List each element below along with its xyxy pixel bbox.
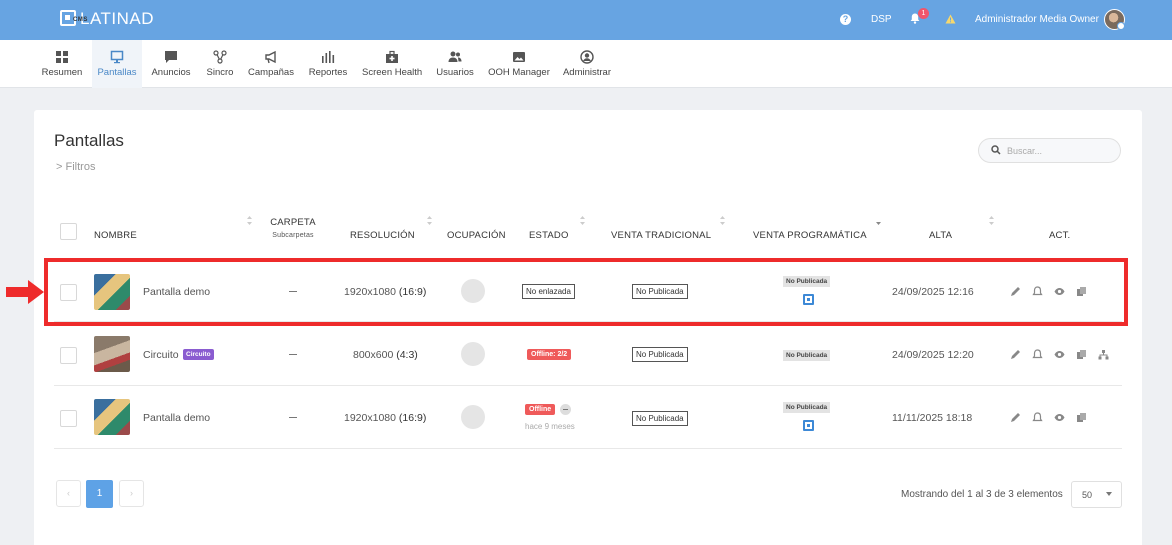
sort-desc-icon[interactable] — [876, 216, 881, 225]
nav-anuncios[interactable]: Anuncios — [150, 40, 192, 88]
folder-empty — [289, 354, 297, 355]
nav-pantallas[interactable]: Pantallas — [92, 40, 142, 88]
pagination-prev[interactable]: ‹ — [56, 480, 81, 507]
online-status-icon — [1117, 22, 1125, 30]
sort-icon[interactable] — [427, 216, 432, 225]
row-checkbox[interactable] — [60, 410, 77, 427]
nav-campanas[interactable]: Campañas — [248, 40, 294, 88]
select-all-checkbox[interactable] — [60, 223, 77, 240]
filters-label: Filtros — [65, 161, 96, 173]
status-info-icon[interactable] — [560, 404, 571, 415]
sort-icon[interactable] — [247, 216, 252, 225]
search-input[interactable] — [1007, 143, 1107, 158]
column-header-alta[interactable]: ALTA — [929, 230, 952, 241]
nav-usuarios[interactable]: Usuarios — [436, 40, 474, 88]
column-header-resolucion[interactable]: RESOLUCIÓN — [350, 230, 415, 241]
nav-reportes[interactable]: Reportes — [308, 40, 348, 88]
bell-outline-icon[interactable] — [1032, 349, 1043, 360]
user-name[interactable]: Administrador Media Owner — [975, 14, 1099, 25]
user-circle-icon — [580, 50, 594, 64]
occupancy-indicator — [461, 342, 485, 366]
eye-icon[interactable] — [1054, 412, 1065, 423]
screen-name[interactable]: Circuito — [143, 349, 179, 361]
top-bar: LATINAD CMS ? DSP 1 Administrador Media … — [0, 0, 1172, 40]
traditional-sale-badge[interactable]: No Publicada — [632, 347, 688, 362]
bell-outline-icon[interactable] — [1032, 412, 1043, 423]
dsp-link[interactable]: DSP — [871, 14, 892, 25]
search-icon — [991, 145, 1001, 155]
row-divider — [54, 385, 1122, 386]
grid-icon — [56, 51, 68, 63]
programmatic-sale-badge[interactable]: No Publicada — [783, 402, 831, 413]
search-box[interactable] — [978, 138, 1121, 163]
resolution: 800x600 (4:3) — [353, 349, 418, 361]
users-icon — [448, 51, 462, 62]
screen-name[interactable]: Pantalla demo — [143, 412, 210, 424]
column-header-venta-tradicional[interactable]: VENTA TRADICIONAL — [611, 230, 711, 241]
filters-toggle[interactable]: > Filtros — [56, 161, 95, 173]
column-header-act: ACT. — [1049, 230, 1071, 241]
screen-thumbnail[interactable] — [94, 399, 130, 435]
status-badge: Offline: 2/2 — [527, 349, 572, 360]
arrow-right-icon — [6, 280, 44, 304]
warning-icon[interactable] — [945, 14, 956, 24]
brand-name: LATINAD — [80, 9, 155, 28]
nav-administrar[interactable]: Administrar — [562, 40, 612, 88]
row-checkbox[interactable] — [60, 347, 77, 364]
copy-icon[interactable] — [1076, 412, 1087, 423]
copy-icon[interactable] — [1076, 349, 1087, 360]
column-header-estado[interactable]: ESTADO — [529, 230, 569, 241]
latinad-dsp-icon — [803, 420, 814, 431]
programmatic-sale-badge[interactable]: No Publicada — [783, 350, 831, 361]
edit-icon[interactable] — [1010, 349, 1021, 360]
traditional-sale-badge[interactable]: No Publicada — [632, 411, 688, 426]
resolution: 1920x1080 (16:9) — [344, 412, 427, 424]
chevron-down-icon — [1106, 492, 1112, 496]
eye-icon[interactable] — [1054, 349, 1065, 360]
sort-icon[interactable] — [580, 216, 585, 225]
medkit-icon — [386, 50, 398, 63]
created-date: 11/11/2025 18:18 — [892, 412, 973, 424]
chevron-right-icon: > — [56, 161, 63, 173]
page-size-select[interactable]: 50 — [1071, 481, 1122, 508]
brand-sub: CMS — [73, 17, 88, 23]
column-header-venta-programatica[interactable]: VENTA PROGRAMÁTICA — [753, 230, 867, 241]
notification-badge: 1 — [918, 8, 929, 19]
sort-icon[interactable] — [720, 216, 725, 225]
share-nodes-icon — [213, 50, 227, 64]
nav-screen-health[interactable]: Screen Health — [362, 40, 422, 88]
nav-ooh-manager[interactable]: OOH Manager — [488, 40, 550, 88]
status-badge: Offline — [525, 404, 556, 415]
pagination-summary: Mostrando del 1 al 3 de 3 elementos — [901, 489, 1063, 500]
nav-sincro[interactable]: Sincro — [204, 40, 236, 88]
sitemap-icon[interactable] — [1098, 349, 1109, 360]
screens-card: Pantallas > Filtros NOMBRE CARPETA Subca… — [34, 110, 1142, 545]
occupancy-indicator — [461, 405, 485, 429]
page-title: Pantallas — [54, 131, 124, 150]
column-header-ocupacion[interactable]: OCUPACIÓN — [447, 230, 506, 241]
sort-icon[interactable] — [989, 216, 994, 225]
edit-icon[interactable] — [1010, 412, 1021, 423]
column-header-carpeta[interactable]: CARPETA Subcarpetas — [270, 217, 316, 239]
chat-icon — [165, 51, 177, 63]
created-date: 24/09/2025 12:20 — [892, 349, 974, 361]
bar-chart-icon — [322, 51, 335, 63]
main-nav: Resumen Pantallas Anuncios Sincro Campañ… — [0, 40, 1172, 88]
row-divider — [54, 448, 1122, 449]
pagination-next[interactable]: › — [119, 480, 144, 507]
status-note: hace 9 meses — [525, 422, 575, 431]
nav-resumen[interactable]: Resumen — [40, 40, 84, 88]
circuit-badge: Circuito — [183, 349, 214, 360]
highlight-box — [44, 258, 1128, 326]
image-icon — [513, 52, 525, 62]
screen-thumbnail[interactable] — [94, 336, 130, 372]
column-header-nombre[interactable]: NOMBRE — [94, 230, 137, 241]
help-circle-icon[interactable]: ? — [840, 14, 851, 25]
pagination-page[interactable]: 1 — [86, 480, 113, 508]
monitor-icon — [110, 50, 124, 64]
folder-empty — [289, 417, 297, 418]
megaphone-icon — [265, 50, 276, 64]
